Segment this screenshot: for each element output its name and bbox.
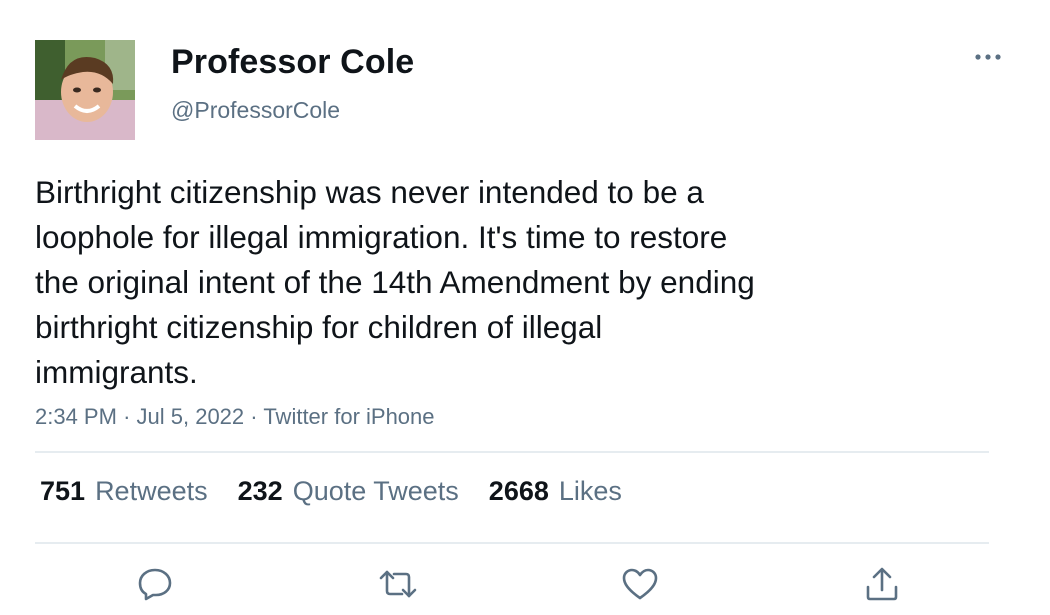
reply-button[interactable] — [135, 565, 175, 603]
retweets-label: Retweets — [95, 476, 208, 506]
divider — [35, 542, 989, 544]
meta-separator: · — [250, 404, 258, 429]
retweets-count: 751 — [40, 476, 86, 506]
likes-stat[interactable]: 2668 Likes — [489, 476, 622, 507]
divider — [35, 451, 989, 453]
likes-count: 2668 — [488, 476, 549, 506]
tweet-source[interactable]: Twitter for iPhone — [263, 404, 434, 429]
user-handle[interactable]: @ProfessorCole — [171, 97, 340, 124]
likes-label: Likes — [558, 476, 622, 506]
quote-tweets-count: 232 — [237, 476, 283, 506]
avatar-photo — [35, 40, 135, 140]
retweet-button[interactable] — [378, 565, 418, 603]
heart-icon — [622, 568, 658, 600]
retweets-stat[interactable]: 751 Retweets — [40, 476, 208, 507]
share-icon — [866, 567, 898, 601]
more-options-button[interactable] — [968, 40, 1008, 74]
more-horizontal-icon — [975, 54, 1001, 60]
quote-tweets-label: Quote Tweets — [292, 476, 459, 506]
avatar[interactable] — [35, 40, 135, 140]
like-button[interactable] — [620, 565, 660, 603]
tweet-time[interactable]: 2:34 PM — [35, 404, 117, 429]
tweet-date[interactable]: Jul 5, 2022 — [137, 404, 245, 429]
share-button[interactable] — [862, 565, 902, 603]
tweet-meta: 2:34 PM · Jul 5, 2022 · Twitter for iPho… — [35, 404, 435, 430]
reply-icon — [138, 568, 172, 601]
quote-tweets-stat[interactable]: 232 Quote Tweets — [238, 476, 459, 507]
tweet-stats: 751 Retweets 232 Quote Tweets 2668 Likes — [40, 476, 622, 507]
meta-separator: · — [123, 404, 131, 429]
retweet-icon — [379, 570, 417, 598]
tweet-text: Birthright citizenship was never intende… — [35, 174, 755, 390]
display-name[interactable]: Professor Cole — [171, 43, 414, 82]
